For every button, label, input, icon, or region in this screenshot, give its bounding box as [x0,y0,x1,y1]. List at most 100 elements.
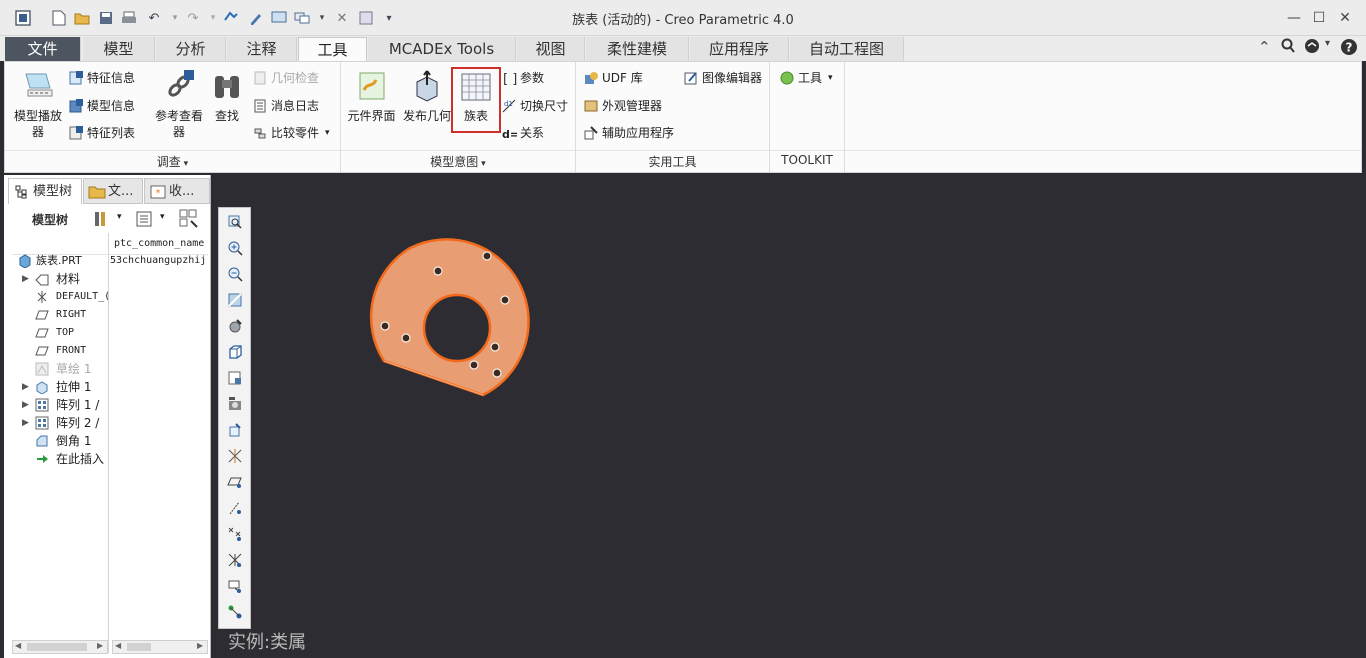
tab-favorites[interactable]: * 收... [144,178,210,204]
saved-orientations-icon[interactable] [225,342,245,362]
column-header[interactable]: ptc_common_name [114,238,204,249]
tab-flexible-modeling[interactable]: 柔性建模 [586,37,689,61]
tree-item-pattern-2[interactable]: ▶ 阵列 2 / [4,414,108,432]
window-dropdown-icon[interactable]: ▾ [313,9,331,27]
model-player-button[interactable]: 模型播放 器 [8,68,68,140]
relations-button[interactable]: d= 关系 [501,124,544,141]
image-editor-button[interactable]: 图像编辑器 [683,69,762,86]
window-select-icon[interactable] [293,9,311,27]
redo-icon[interactable]: ↷ [184,9,202,27]
tree-item-front-plane[interactable]: FRONT [4,342,108,360]
tree-item-insert-here[interactable]: 在此插入 [4,450,108,468]
csys-display-icon[interactable] [225,550,245,570]
column-horizontal-scrollbar[interactable]: ◀ ▶ [112,640,208,654]
edit-icon[interactable] [247,9,265,27]
scroll-right-icon[interactable]: ▶ [97,641,103,650]
expand-arrow-icon[interactable]: ▶ [22,414,32,432]
tree-item-top-plane[interactable]: TOP [4,324,108,342]
part-model[interactable] [364,235,544,405]
graphics-window[interactable] [214,175,1366,658]
toolkit-tools-button[interactable]: 工具 ▾ [779,69,833,86]
tab-file[interactable]: 文件 [5,37,81,61]
feature-list-button[interactable]: 特征列表 [68,124,135,141]
tree-item-part[interactable]: 族表.PRT [4,252,108,270]
geometry-check-button[interactable]: 几何检查 [252,69,319,86]
message-log-button[interactable]: 消息日志 [252,97,319,114]
annotation-toggle-icon[interactable] [225,602,245,622]
tab-applications[interactable]: 应用程序 [690,37,789,61]
display-style-icon[interactable] [225,316,245,336]
udf-library-button[interactable]: UDF 库 [583,69,643,86]
windows-icon[interactable] [270,9,288,27]
compare-parts-button[interactable]: 比较零件 ▾ [252,124,330,141]
scroll-thumb[interactable] [27,643,87,651]
tree-item-sketch[interactable]: 草绘 1 [4,360,108,378]
parameters-button[interactable]: [ ] 参数 [501,69,544,86]
toolkit-dropdown-icon[interactable]: ▾ [828,73,833,83]
plane-display-icon[interactable] [225,472,245,492]
scroll-right-icon[interactable]: ▶ [197,641,203,650]
tab-tools[interactable]: 工具 [298,37,367,61]
print-icon[interactable] [120,9,138,27]
tree-item-chamfer[interactable]: 倒角 1 [4,432,108,450]
tree-filter-button[interactable] [179,209,201,232]
tab-view[interactable]: 视图 [517,37,585,61]
zoom-out-icon[interactable] [225,264,245,284]
community-dropdown-icon[interactable]: ▾ [1325,38,1330,49]
save-icon[interactable] [97,9,115,27]
tree-settings-button[interactable] [92,210,110,231]
ptc-community-icon[interactable] [1304,38,1322,58]
search-icon[interactable] [1280,38,1296,58]
tab-folder-browser[interactable]: 文... [83,178,143,204]
undo-dropdown-icon[interactable]: ▾ [166,9,184,27]
qat-customize-dropdown-icon[interactable]: ▾ [380,9,398,27]
tab-model[interactable]: 模型 [83,37,155,61]
zoom-in-icon[interactable] [225,238,245,258]
maximize-button[interactable]: ☐ [1306,7,1332,29]
tree-columns-dropdown-icon[interactable]: ▾ [160,212,165,222]
collapse-ribbon-icon[interactable]: ⌃ [1258,38,1271,56]
customize-icon[interactable] [357,9,375,27]
tree-settings-dropdown-icon[interactable]: ▾ [117,212,122,222]
tab-analysis[interactable]: 分析 [156,37,226,61]
axis-display-icon[interactable] [225,498,245,518]
appearance-manager-button[interactable]: 外观管理器 [583,97,662,114]
redo-dropdown-icon[interactable]: ▾ [204,9,222,27]
auxiliary-applications-button[interactable]: 辅助应用程序 [583,124,674,141]
switch-dimensions-button[interactable]: d1 切换尺寸 [501,97,568,114]
scroll-thumb[interactable] [127,643,151,651]
minimize-button[interactable]: — [1281,7,1307,29]
tab-auto-drawing[interactable]: 自动工程图 [790,37,904,61]
scroll-left-icon[interactable]: ◀ [115,641,121,650]
perspective-view-icon[interactable] [225,394,245,414]
tree-item-default-csys[interactable]: DEFAULT_( [4,288,108,306]
expand-arrow-icon[interactable]: ▶ [22,396,32,414]
scroll-left-icon[interactable]: ◀ [15,641,21,650]
feature-info-button[interactable]: 特征信息 [68,69,135,86]
tree-columns-button[interactable] [135,210,153,231]
tab-model-tree[interactable]: 模型树 [8,178,82,204]
model-info-button[interactable]: 模型信息 [68,97,135,114]
refit-icon[interactable] [225,212,245,232]
tree-horizontal-scrollbar[interactable]: ◀ ▶ [12,640,108,654]
find-button[interactable]: 查找 [209,68,245,124]
annotation-display-icon[interactable] [225,420,245,440]
tree-item-right-plane[interactable]: RIGHT [4,306,108,324]
app-menu-icon[interactable] [14,9,32,27]
model-intent-group-label[interactable]: 模型意图 ▾ [341,153,575,170]
reference-viewer-button[interactable]: 参考查看 器 [151,68,207,140]
new-file-icon[interactable] [50,9,68,27]
tab-annotate[interactable]: 注释 [227,37,297,61]
point-display-icon[interactable] [225,524,245,544]
tree-item-pattern-1[interactable]: ▶ 阵列 1 / [4,396,108,414]
tree-item-extrude[interactable]: ▶ 拉伸 1 [4,378,108,396]
investigate-group-label[interactable]: 调查 ▾ [5,153,340,170]
undo-icon[interactable]: ↶ [145,9,163,27]
view-manager-icon[interactable] [225,368,245,388]
repaint-icon[interactable] [225,290,245,310]
close-button[interactable]: ✕ [1332,7,1358,29]
expand-arrow-icon[interactable]: ▶ [22,270,32,288]
component-interface-button[interactable]: 元件界面 [343,68,400,124]
close-window-icon[interactable]: ✕ [333,9,351,27]
compare-dropdown-icon[interactable]: ▾ [325,128,330,138]
